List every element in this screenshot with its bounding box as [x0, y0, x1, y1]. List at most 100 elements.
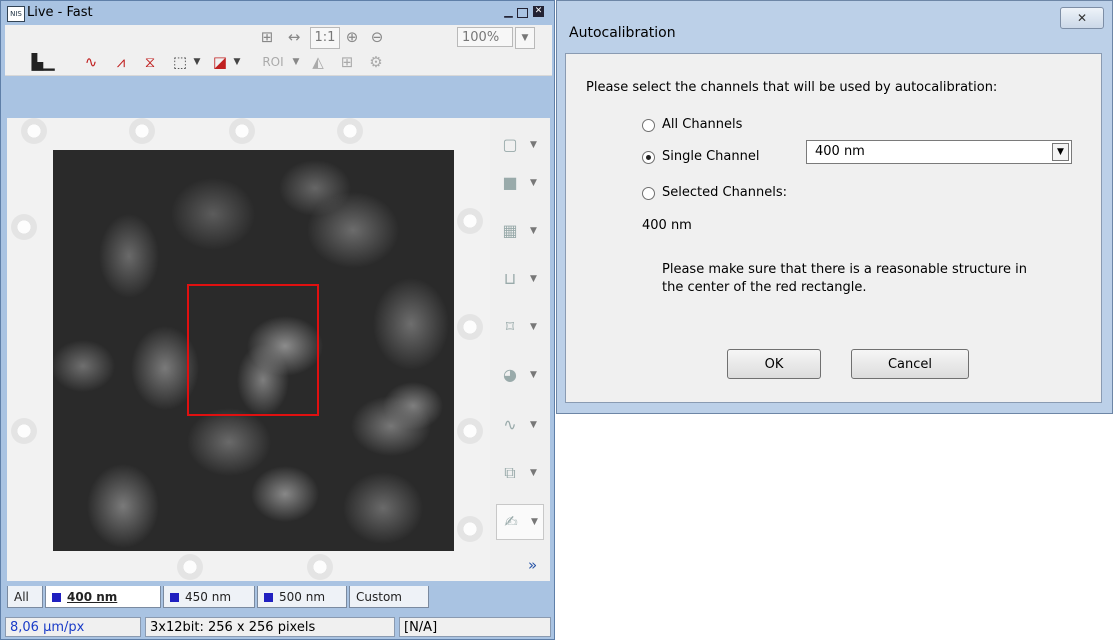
- image-viewer[interactable]: [7, 118, 490, 581]
- radio-single-channel[interactable]: [642, 151, 655, 164]
- tab-400nm[interactable]: 400 nm: [45, 586, 161, 608]
- maximize-icon[interactable]: [517, 8, 528, 18]
- live-window: NIS Live - Fast ▁ ✕ ⊞ ↔ 1:1 ⊕ ⊖ 100% ▼ ▙…: [0, 0, 555, 640]
- autocalibration-dialog: Autocalibration ✕ Please select the chan…: [556, 0, 1113, 414]
- more-tools-icon[interactable]: »: [528, 556, 537, 574]
- chevron-down-icon[interactable]: ▼: [530, 456, 537, 490]
- cancel-button[interactable]: Cancel: [851, 349, 969, 379]
- view-side-toolbar: ▢ ▼ ■ ▼ ▦ ▼ ⊔ ▼ ⌑ ▼ ◕ ▼ ∿ ▼ ⧉ ▼ ✍ ▼ »: [490, 118, 550, 581]
- channel-swatch: [264, 593, 273, 602]
- status-bar: 8,06 µm/px 3x12bit: 256 x 256 pixels [N/…: [5, 613, 552, 639]
- profile-tool[interactable]: ∿ ▼: [496, 408, 542, 442]
- status-format: 3x12bit: 256 x 256 pixels: [145, 617, 395, 637]
- channel-swatch: [52, 593, 61, 602]
- channel-select[interactable]: 400 nm ▼: [806, 140, 1072, 164]
- fit-width-icon[interactable]: ↔: [284, 27, 304, 47]
- zoom-combo[interactable]: 100%: [457, 27, 513, 47]
- roi-icon[interactable]: ⬚: [169, 51, 191, 73]
- grid-icon: ▦: [502, 221, 518, 240]
- loading-spinner-icon: [457, 516, 483, 542]
- roi-tool-dropdown-icon[interactable]: ▼: [290, 51, 302, 73]
- waveform-icon: ∿: [503, 415, 517, 434]
- chevron-down-icon[interactable]: ▼: [530, 262, 537, 296]
- close-icon[interactable]: ✕: [533, 6, 544, 17]
- loading-spinner-icon: [337, 118, 363, 144]
- note-line-1: Please make sure that there is a reasona…: [662, 262, 1027, 277]
- scale-lut-icon[interactable]: ⩘: [110, 51, 132, 73]
- live-window-title: Live - Fast: [27, 5, 93, 20]
- reset-lut-icon[interactable]: ⧖: [139, 51, 161, 73]
- crop-icon: ⌑: [505, 317, 515, 336]
- tab-500nm[interactable]: 500 nm: [257, 586, 347, 608]
- chevron-down-icon[interactable]: ▼: [530, 128, 537, 162]
- autoscale-icon[interactable]: ∿: [80, 51, 102, 73]
- loading-spinner-icon: [11, 214, 37, 240]
- scalebar-icon: ⊔: [503, 269, 517, 288]
- dialog-title: Autocalibration: [569, 25, 676, 41]
- live-title-bar[interactable]: NIS Live - Fast ▁ ✕: [5, 3, 551, 25]
- live-toolbar: ⊞ ↔ 1:1 ⊕ ⊖ 100% ▼ ▙▁ ∿ ⩘ ⧖ ⬚ ▼ ◪ ▼ ROI …: [5, 25, 552, 76]
- fill-square-icon: ■: [502, 173, 518, 192]
- channel-swatch: [170, 593, 179, 602]
- ok-button[interactable]: OK: [727, 349, 821, 379]
- microscopy-image[interactable]: [53, 150, 454, 551]
- channel-tab-bar: All 400 nm 450 nm 500 nm Custom: [5, 584, 552, 610]
- chevron-down-icon[interactable]: ▼: [530, 358, 537, 392]
- loading-spinner-icon: [177, 554, 203, 580]
- zoom-out-icon[interactable]: ⊖: [367, 27, 387, 47]
- label-all-channels[interactable]: All Channels: [662, 117, 742, 132]
- grid-tool[interactable]: ▦ ▼: [496, 214, 542, 248]
- tab-custom[interactable]: Custom: [349, 586, 429, 608]
- loading-spinner-icon: [129, 118, 155, 144]
- crop-tool[interactable]: ⌑ ▼: [496, 310, 542, 344]
- gamma-dropdown-icon[interactable]: ▼: [231, 51, 243, 73]
- scalebar-tool[interactable]: ⊔ ▼: [496, 262, 542, 296]
- radio-selected-channels[interactable]: [642, 187, 655, 200]
- fit-to-screen-icon[interactable]: ⊞: [257, 27, 277, 47]
- chevron-down-icon[interactable]: ▼: [530, 214, 537, 248]
- shape-tool[interactable]: ◕ ▼: [496, 358, 542, 392]
- shape-icon: ◕: [503, 365, 517, 384]
- label-selected-channels[interactable]: Selected Channels:: [662, 185, 787, 200]
- histogram-icon[interactable]: ▙▁: [27, 51, 59, 73]
- zoom-dropdown-arrow-icon[interactable]: ▼: [515, 27, 535, 49]
- chevron-down-icon[interactable]: ▼: [531, 505, 538, 539]
- chevron-down-icon[interactable]: ▼: [1052, 143, 1069, 161]
- loading-spinner-icon: [457, 208, 483, 234]
- tab-label: 400 nm: [67, 590, 118, 604]
- annotation-tool[interactable]: ✍ ▼: [496, 504, 544, 540]
- tab-all[interactable]: All: [7, 586, 43, 608]
- frame-tool[interactable]: ▢ ▼: [496, 128, 542, 162]
- grid-tool-icon[interactable]: ⊞: [336, 51, 358, 73]
- roi-rectangle[interactable]: [187, 284, 319, 416]
- note-line-2: the center of the red rectangle.: [662, 280, 867, 295]
- loading-spinner-icon: [457, 418, 483, 444]
- instruction-text: Please select the channels that will be …: [586, 80, 998, 95]
- minimize-icon[interactable]: ▁: [503, 6, 514, 17]
- chevron-down-icon[interactable]: ▼: [530, 166, 537, 200]
- chevron-down-icon[interactable]: ▼: [530, 310, 537, 344]
- tab-450nm[interactable]: 450 nm: [163, 586, 255, 608]
- bookmark-tool[interactable]: ⧉ ▼: [496, 456, 542, 490]
- selected-channels-value: 400 nm: [642, 218, 692, 233]
- fill-tool[interactable]: ■ ▼: [496, 166, 542, 200]
- close-button[interactable]: ✕: [1060, 7, 1104, 29]
- ratio-1to1-button[interactable]: 1:1: [310, 27, 340, 49]
- roi-dropdown-icon[interactable]: ▼: [191, 51, 203, 73]
- zoom-in-icon[interactable]: ⊕: [342, 27, 362, 47]
- roi-tool-icon[interactable]: ROI: [258, 51, 288, 73]
- gamma-icon[interactable]: ◪: [209, 51, 231, 73]
- dialog-body: Please select the channels that will be …: [565, 53, 1102, 403]
- label-single-channel[interactable]: Single Channel: [662, 149, 759, 164]
- auto-contrast-icon[interactable]: ◭: [307, 51, 329, 73]
- close-icon: ✕: [1076, 11, 1088, 25]
- frame-icon: ▢: [502, 135, 518, 154]
- status-extra: [N/A]: [399, 617, 551, 637]
- settings-icon[interactable]: ⚙: [365, 51, 387, 73]
- loading-spinner-icon: [457, 314, 483, 340]
- chevron-down-icon[interactable]: ▼: [530, 408, 537, 442]
- tab-label: Custom: [356, 590, 402, 604]
- channel-select-value: 400 nm: [815, 144, 865, 159]
- bookmark-icon: ⧉: [504, 463, 516, 482]
- radio-all-channels[interactable]: [642, 119, 655, 132]
